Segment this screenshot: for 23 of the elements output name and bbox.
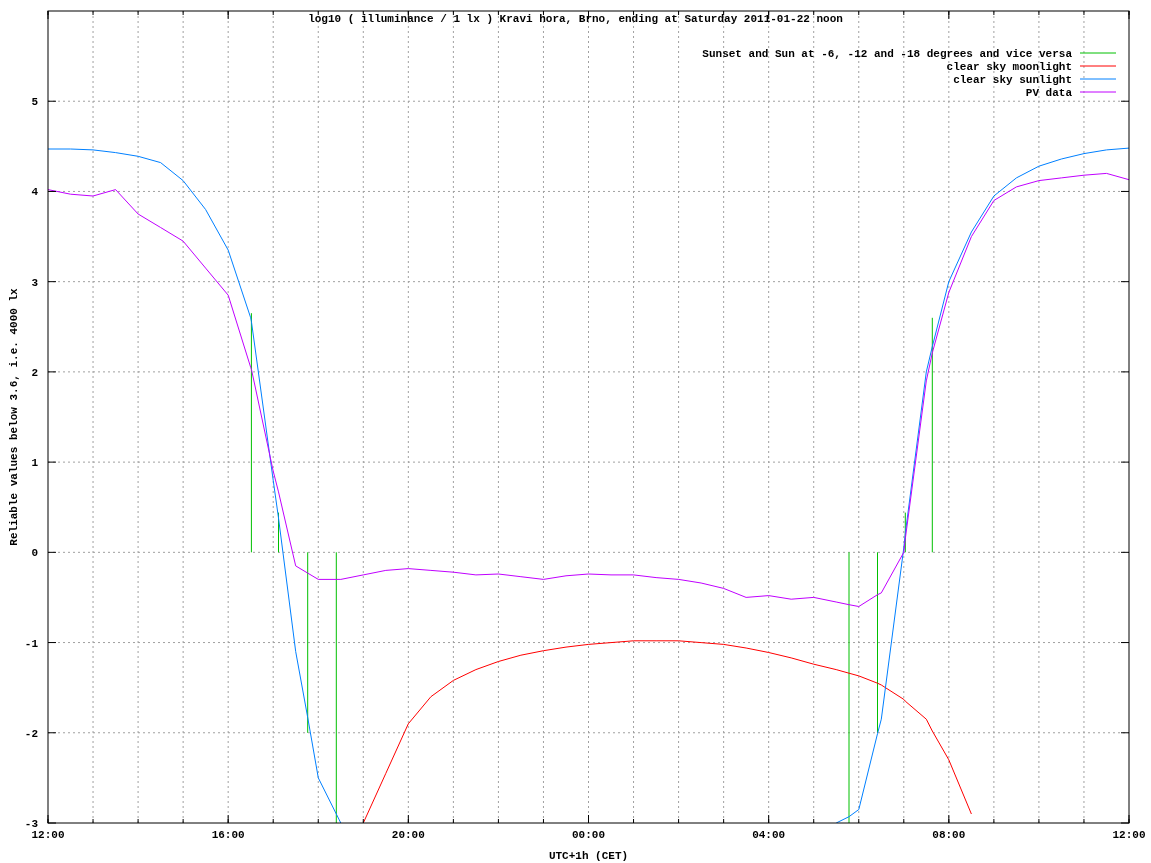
y-tick-label: -1 xyxy=(24,637,38,650)
legend-label: clear sky sunlight xyxy=(953,74,1072,86)
x-tick-label: 00:00 xyxy=(572,829,605,841)
x-tick-label: 16:00 xyxy=(211,829,245,841)
legend-label: clear sky moonlight xyxy=(946,61,1072,73)
y-tick-label: 3 xyxy=(31,276,38,289)
x-tick-label: 04:00 xyxy=(752,829,786,841)
x-tick-label: 20:00 xyxy=(391,829,425,841)
y-axis-title: Reliable values below 3.6, i.e. 4000 lx xyxy=(8,288,20,546)
y-tick-label: 5 xyxy=(31,96,38,109)
x-tick-label: 08:00 xyxy=(932,829,966,841)
x-axis-title: UTC+1h (CET) xyxy=(548,850,629,862)
y-tick-label: -3 xyxy=(24,818,38,830)
legend-label: PV data xyxy=(1025,87,1072,99)
y-tick-label: -2 xyxy=(24,727,38,740)
x-tick-label: 12:00 xyxy=(31,829,65,841)
x-tick-label: 12:00 xyxy=(1112,829,1146,841)
y-tick-label: 2 xyxy=(31,366,38,379)
y-tick-label: 0 xyxy=(31,547,38,560)
legend-label: Sunset and Sun at -6, -12 and -18 degrees and vice versa xyxy=(702,48,1072,60)
y-tick-label: 1 xyxy=(31,457,38,470)
y-tick-label: 4 xyxy=(31,186,38,199)
chart-title: log10 ( illuminance / 1 lx ) Kravi hora, Brno, ending at Saturday 2011-01-22 noon xyxy=(308,13,843,25)
